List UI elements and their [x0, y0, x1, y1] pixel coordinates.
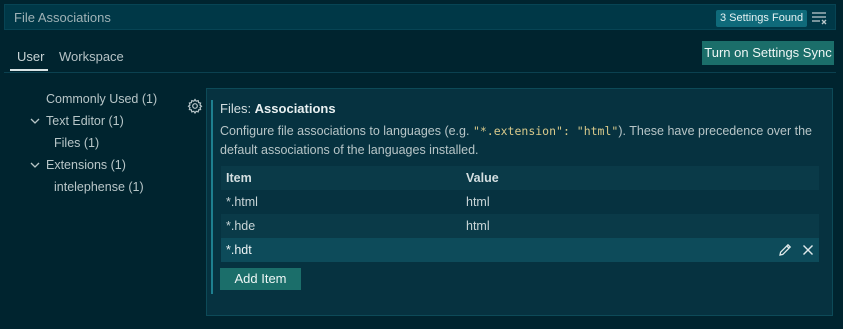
chevron-down-icon[interactable] — [30, 116, 40, 126]
close-icon[interactable] — [800, 242, 816, 258]
setting-description-text: Configure file associations to languages… — [220, 124, 473, 138]
associations-table: Item Value *.html html *.hde html *.hdt — [221, 166, 819, 262]
pencil-icon[interactable] — [777, 242, 793, 258]
column-header-item: Item — [226, 171, 252, 185]
setting-description-code: "*.extension": "html" — [472, 124, 619, 138]
table-header-row: Item Value — [221, 166, 819, 190]
tabs-divider — [4, 72, 836, 73]
setting-description: Configure file associations to languages… — [220, 122, 820, 160]
setting-title: Files: Associations — [220, 101, 336, 116]
setting-name: Associations — [254, 101, 336, 116]
row-value: html — [466, 219, 490, 233]
setting-category: Files: — [220, 101, 255, 116]
column-header-value: Value — [466, 171, 499, 185]
table-row[interactable]: *.hde html — [221, 214, 819, 238]
toc-item-text-editor[interactable]: Text Editor (1) — [46, 114, 124, 128]
toc-item-commonly-used[interactable]: Commonly Used (1) — [46, 92, 157, 106]
settings-editor: File Associations 3 Settings Found User … — [0, 0, 843, 329]
add-item-button[interactable]: Add Item — [220, 268, 301, 290]
table-row[interactable]: *.html html — [221, 190, 819, 214]
tab-workspace[interactable]: Workspace — [59, 49, 124, 64]
clear-filter-icon[interactable] — [811, 11, 827, 25]
active-tab-indicator — [10, 69, 48, 71]
toc-item-extensions[interactable]: Extensions (1) — [46, 158, 126, 172]
search-query[interactable]: File Associations — [14, 10, 111, 25]
table-row-selected[interactable]: *.hdt — [221, 238, 819, 262]
row-item: *.html — [226, 195, 258, 209]
settings-search-input[interactable]: File Associations 3 Settings Found — [4, 4, 836, 30]
toc-item-intelephense[interactable]: intelephense (1) — [54, 180, 144, 194]
chevron-down-icon[interactable] — [30, 160, 40, 170]
row-item: *.hdt — [226, 243, 252, 257]
setting-focus-indicator — [211, 100, 213, 294]
results-count-badge: 3 Settings Found — [716, 10, 808, 27]
gear-icon[interactable] — [187, 98, 203, 114]
row-value: html — [466, 195, 490, 209]
toc-item-files[interactable]: Files (1) — [54, 136, 99, 150]
row-item: *.hde — [226, 219, 256, 233]
turn-on-settings-sync-button[interactable]: Turn on Settings Sync — [702, 41, 834, 65]
tab-user[interactable]: User — [17, 49, 44, 64]
